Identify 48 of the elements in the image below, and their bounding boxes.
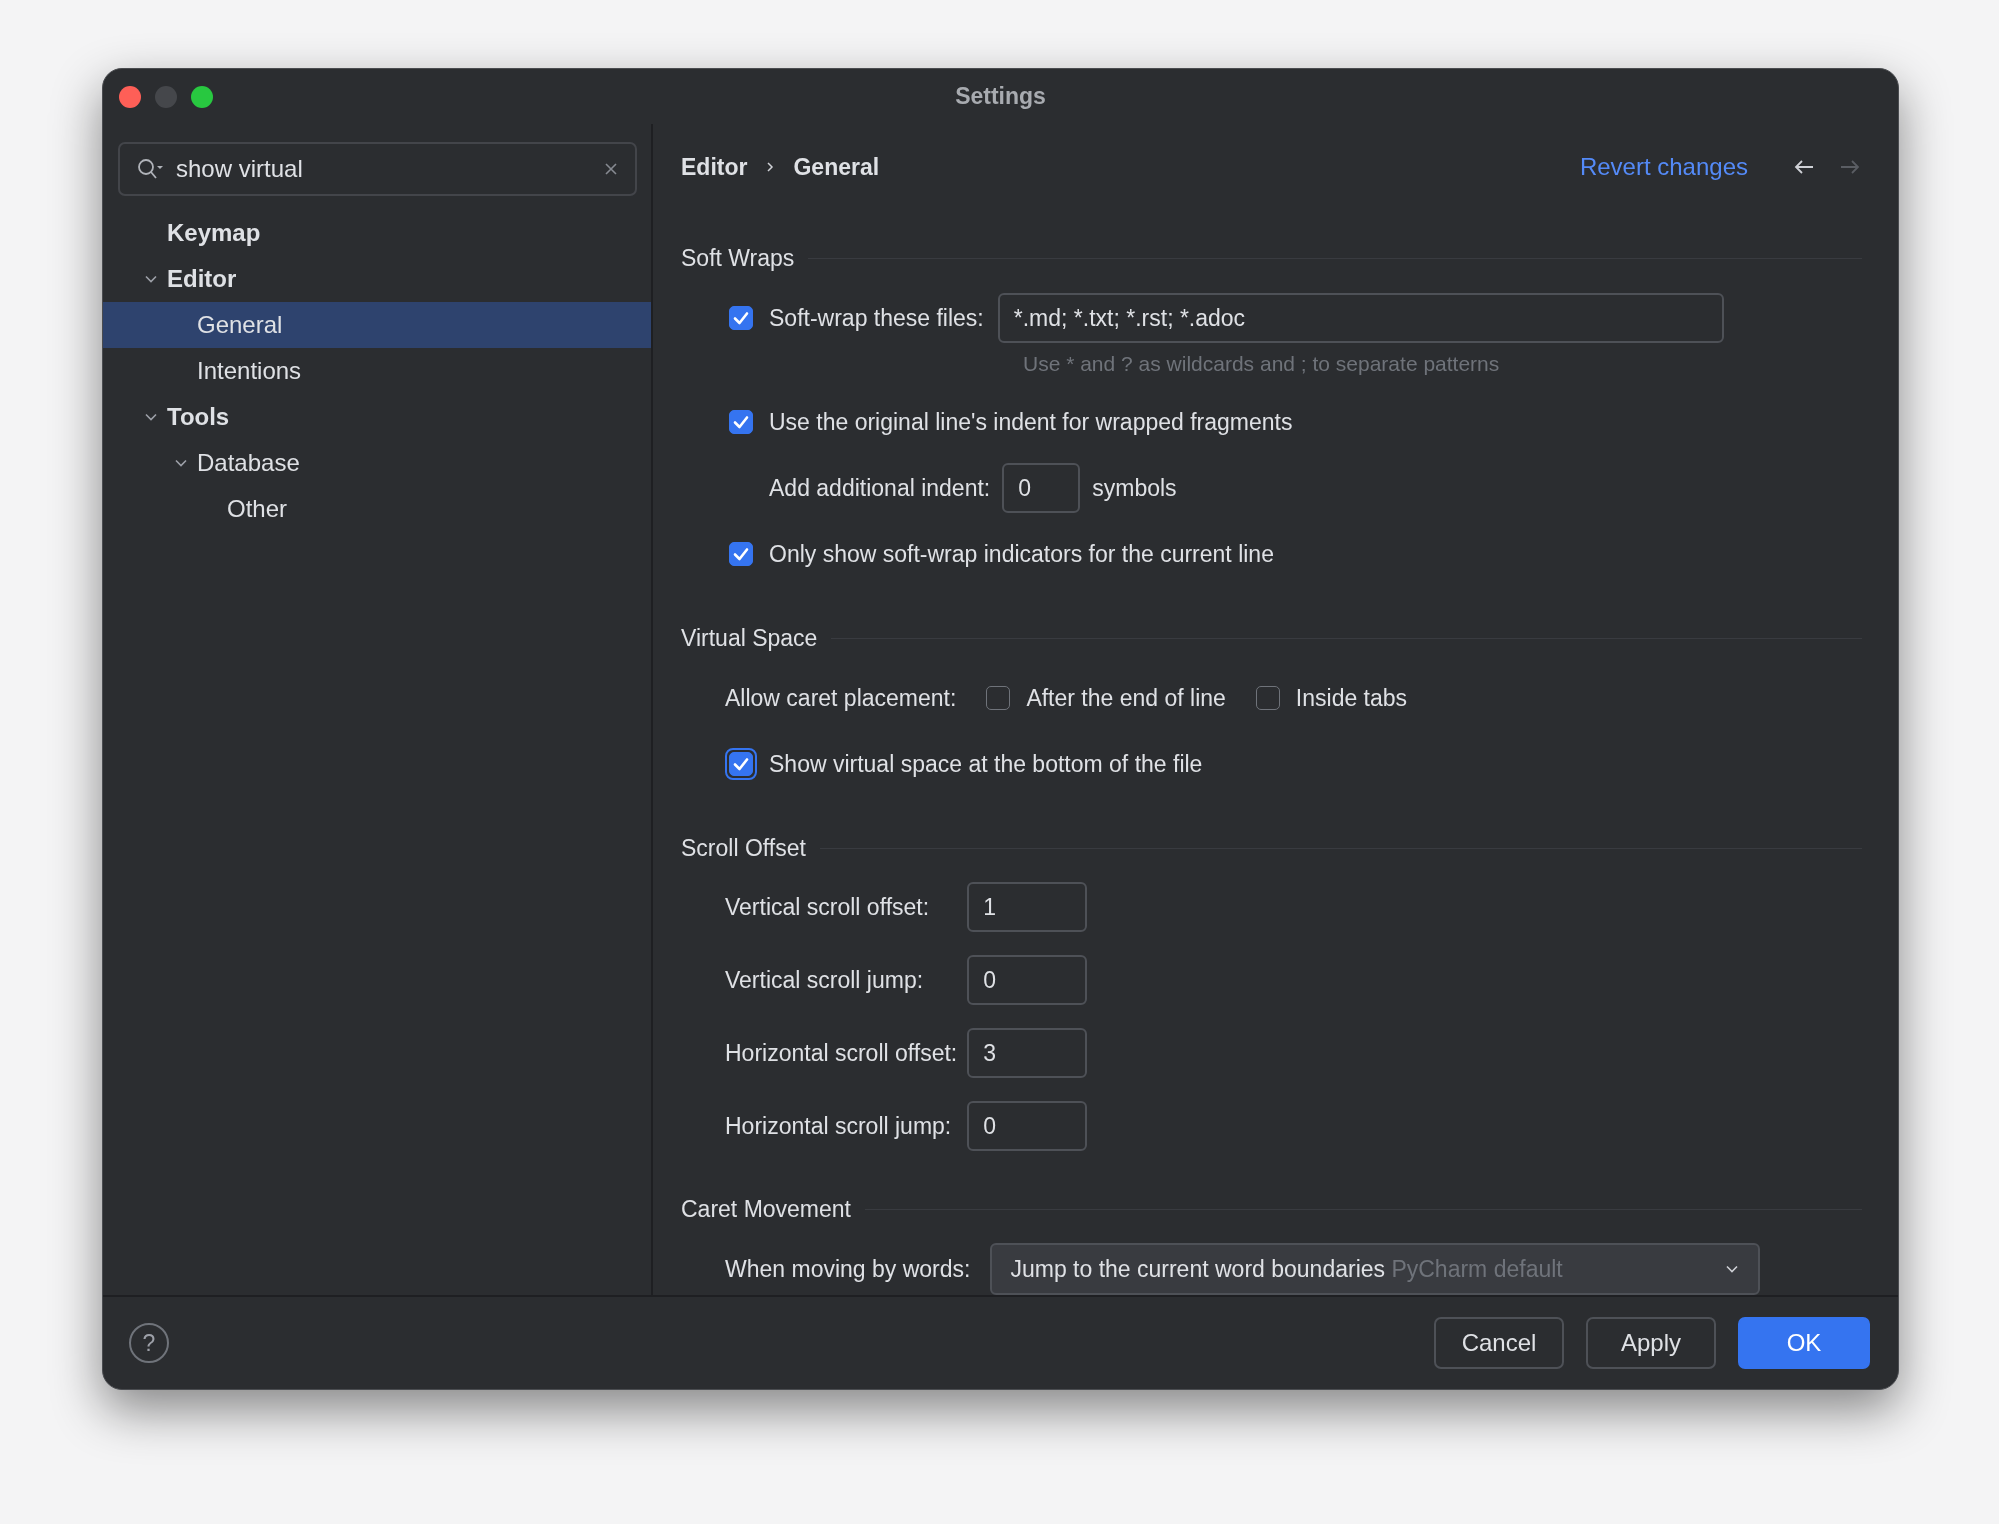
checkbox-label[interactable]: Use the original line's indent for wrapped fragments: [769, 408, 1293, 436]
ok-button[interactable]: OK: [1738, 1317, 1870, 1369]
search-field[interactable]: show virtual: [118, 142, 637, 196]
number-field[interactable]: 0: [967, 1101, 1088, 1151]
window-title: Settings: [955, 83, 1046, 110]
hint-text: Use * and ? as wildcards and ; to separate patterns: [1023, 352, 1501, 376]
breadcrumb-item[interactable]: Editor: [681, 153, 748, 181]
section-title: Caret Movement: [681, 1195, 851, 1223]
revert-changes-link[interactable]: Revert changes: [1579, 153, 1748, 181]
chevron-right-icon: [765, 160, 776, 174]
field-label: Horizontal scroll jump:: [725, 1112, 953, 1140]
dropdown[interactable]: Jump to the current word boundaries PyCharm default: [990, 1243, 1761, 1295]
tree-item[interactable]: Keymap: [103, 210, 651, 256]
tree-item[interactable]: Tools: [103, 394, 651, 440]
dialog-button[interactable]: Apply: [1586, 1317, 1716, 1369]
checkbox-label[interactable]: Soft-wrap these files:: [769, 304, 984, 332]
field-label: Vertical scroll jump:: [725, 966, 925, 994]
search-icon: [136, 157, 166, 181]
checkbox[interactable]: [725, 748, 757, 780]
field-label: Allow caret placement:: [725, 684, 957, 712]
file-patterns-field[interactable]: *.md; *.txt; *.rst; *.adoc: [997, 293, 1724, 343]
number-field[interactable]: 0: [967, 955, 1088, 1005]
field-label: Horizontal scroll offset:: [725, 1039, 958, 1067]
checkbox-label[interactable]: Only show soft-wrap indicators for the current line: [769, 540, 1274, 568]
zoom-window-button[interactable]: [191, 85, 213, 108]
tree-item[interactable]: Database: [103, 440, 651, 486]
field-label: Add additional indent:: [769, 474, 991, 502]
field-label: When moving by words:: [725, 1255, 971, 1283]
section-title: Soft Wraps: [681, 244, 795, 272]
tree-item[interactable]: Intentions: [103, 348, 651, 394]
number-field[interactable]: 3: [967, 1028, 1088, 1078]
checkbox-label[interactable]: Show virtual space at the bottom of the file: [769, 750, 1203, 778]
help-button[interactable]: ?: [129, 1323, 169, 1363]
close-window-button[interactable]: [119, 85, 141, 108]
unit-label: symbols: [1092, 474, 1177, 502]
section-title: Virtual Space: [681, 624, 818, 652]
number-field[interactable]: 1: [967, 882, 1088, 932]
dialog-button[interactable]: Cancel: [1434, 1317, 1564, 1369]
breadcrumb-item[interactable]: General: [793, 153, 880, 181]
tree-item[interactable]: Editor: [103, 256, 651, 302]
tree-item[interactable]: Other: [103, 486, 651, 532]
checkbox-label[interactable]: Inside tabs: [1295, 684, 1408, 712]
section-title: Scroll Offset: [681, 834, 806, 862]
clear-icon[interactable]: [603, 161, 619, 177]
tree-item[interactable]: General: [103, 302, 651, 348]
field-label: Vertical scroll offset:: [725, 893, 931, 921]
checkbox-label[interactable]: After the end of line: [1026, 684, 1226, 712]
number-field[interactable]: 0: [1002, 463, 1081, 513]
